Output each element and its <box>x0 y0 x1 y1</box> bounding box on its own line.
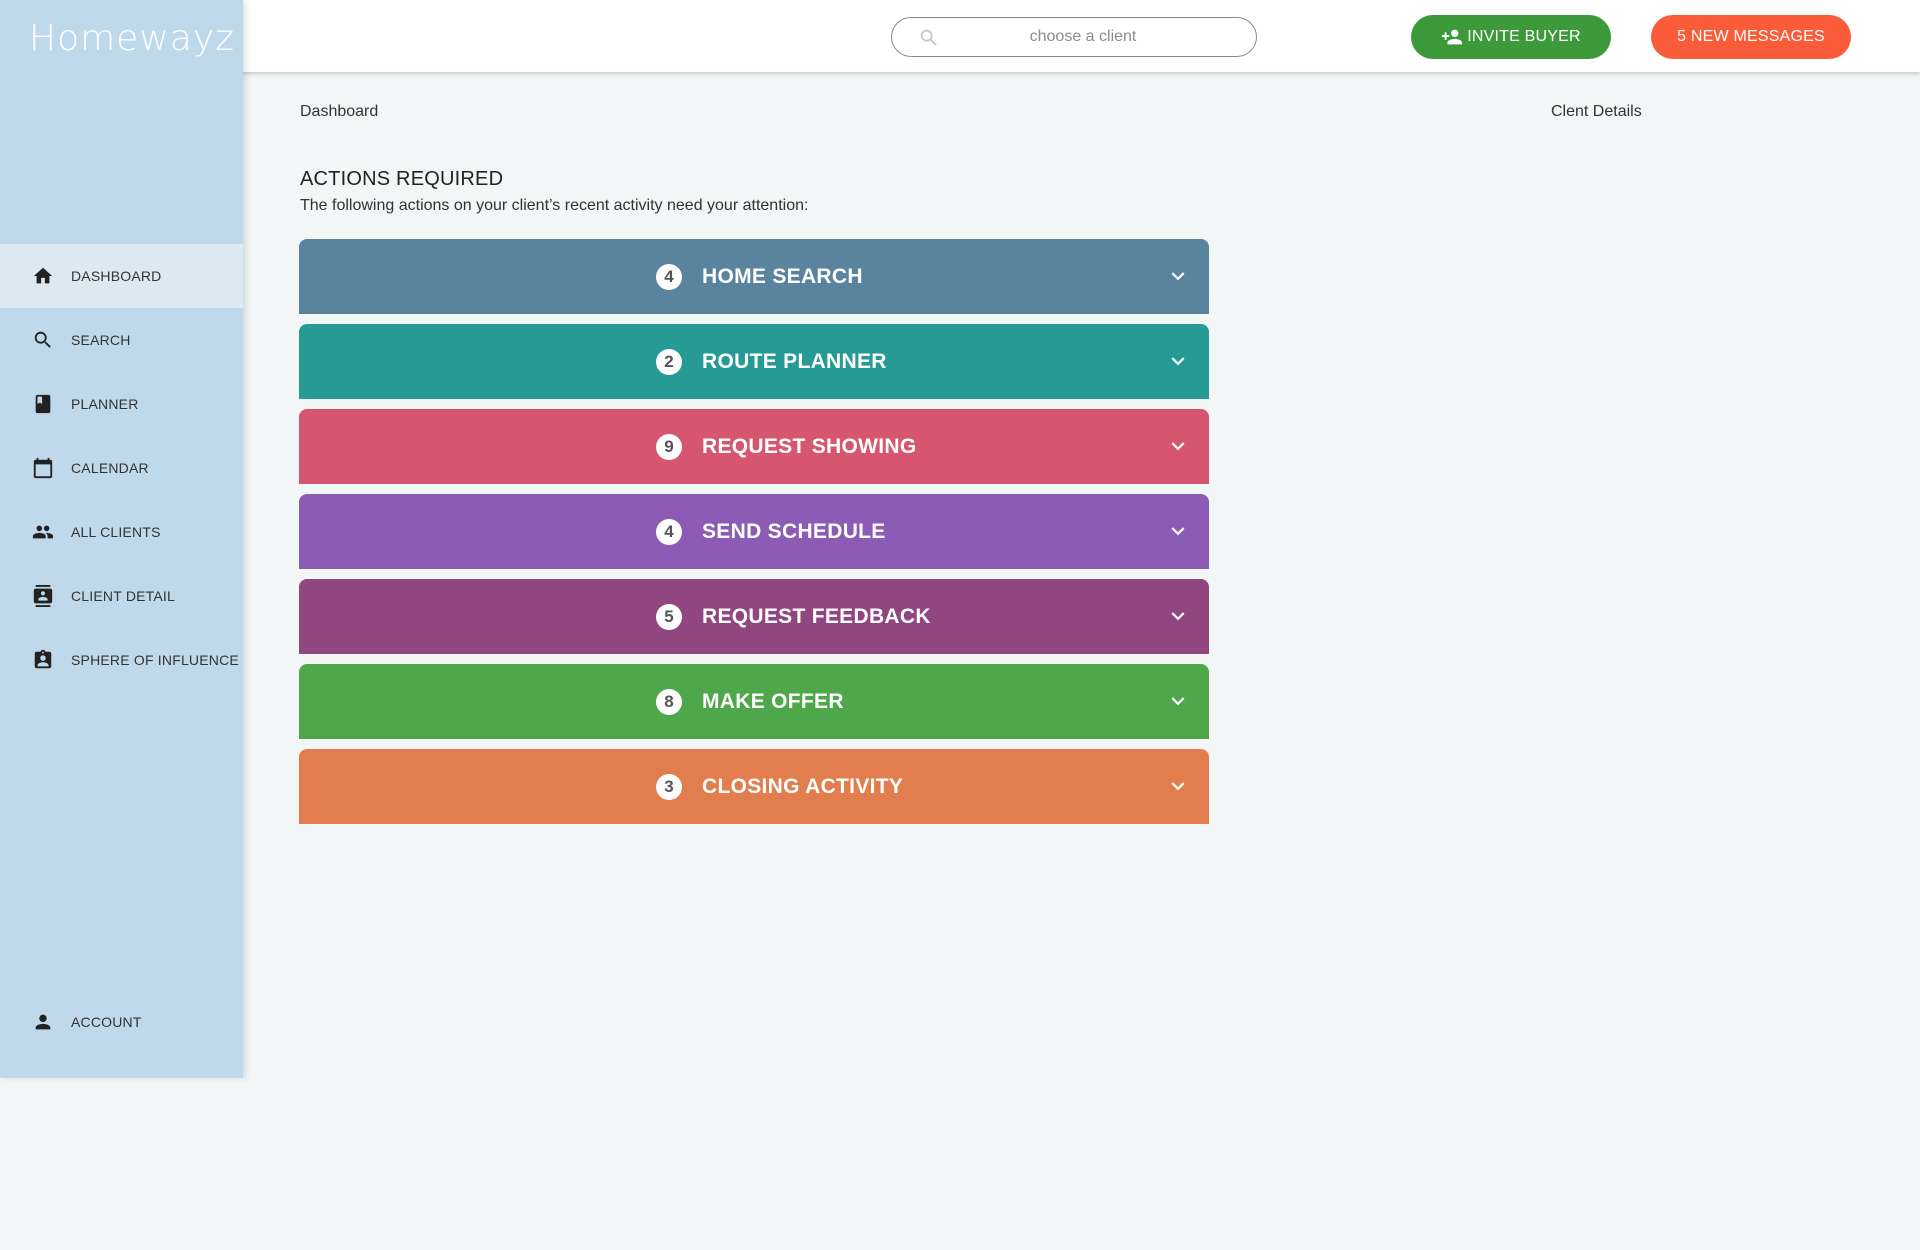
brand-logo[interactable]: Homewayz <box>29 18 235 59</box>
sidebar-item-sphere-of-influence[interactable]: SPHERE OF INFLUENCE <box>0 628 243 692</box>
client-details-link[interactable]: Clent Details <box>1551 103 1642 121</box>
badge-icon <box>31 648 55 672</box>
count-badge: 8 <box>656 688 682 715</box>
chevron-down-icon[interactable] <box>1165 603 1191 629</box>
invite-buyer-button[interactable]: INVITE BUYER <box>1411 15 1611 59</box>
chevron-down-icon[interactable] <box>1165 518 1191 544</box>
action-closing-activity[interactable]: 3 CLOSING ACTIVITY <box>299 749 1209 824</box>
sidebar-item-label: SPHERE OF INFLUENCE <box>71 652 239 668</box>
action-title: REQUEST FEEDBACK <box>702 604 931 628</box>
action-make-offer[interactable]: 8 MAKE OFFER <box>299 664 1209 739</box>
action-title: SEND SCHEDULE <box>702 519 886 543</box>
sidebar-item-label: CALENDAR <box>71 460 149 476</box>
book-icon <box>31 392 55 416</box>
chevron-down-icon[interactable] <box>1165 688 1191 714</box>
invite-buyer-label: INVITE BUYER <box>1467 28 1581 45</box>
sidebar-item-search[interactable]: SEARCH <box>0 308 243 372</box>
top-header: INVITE BUYER 5 NEW MESSAGES <box>0 0 1920 72</box>
action-title: CLOSING ACTIVITY <box>702 774 904 798</box>
page-title: ACTIONS REQUIRED <box>300 168 504 190</box>
chevron-down-icon[interactable] <box>1165 263 1191 289</box>
sidebar-item-all-clients[interactable]: ALL CLIENTS <box>0 500 243 564</box>
chevron-down-icon[interactable] <box>1165 433 1191 459</box>
sidebar-item-label: SEARCH <box>71 332 131 348</box>
sidebar-nav: DASHBOARD SEARCH PLANNER CALENDAR ALL CL… <box>0 244 243 692</box>
new-messages-button[interactable]: 5 NEW MESSAGES <box>1651 15 1851 59</box>
action-home-search[interactable]: 4 HOME SEARCH <box>299 239 1209 314</box>
client-search[interactable] <box>891 17 1257 57</box>
action-title: ROUTE PLANNER <box>702 349 887 373</box>
sidebar-item-client-detail[interactable]: CLIENT DETAIL <box>0 564 243 628</box>
action-send-schedule[interactable]: 4 SEND SCHEDULE <box>299 494 1209 569</box>
chevron-down-icon[interactable] <box>1165 773 1191 799</box>
sidebar-item-planner[interactable]: PLANNER <box>0 372 243 436</box>
people-icon <box>31 520 55 544</box>
sidebar-item-calendar[interactable]: CALENDAR <box>0 436 243 500</box>
count-badge: 4 <box>656 518 682 545</box>
action-request-feedback[interactable]: 5 REQUEST FEEDBACK <box>299 579 1209 654</box>
sidebar-item-label: CLIENT DETAIL <box>71 588 175 604</box>
sidebar-item-dashboard[interactable]: DASHBOARD <box>0 244 243 308</box>
client-search-input[interactable] <box>892 18 1256 56</box>
action-title: REQUEST SHOWING <box>702 434 917 458</box>
sidebar-item-label: DASHBOARD <box>71 268 162 284</box>
new-messages-label: 5 NEW MESSAGES <box>1677 28 1825 45</box>
search-icon <box>31 328 55 352</box>
action-route-planner[interactable]: 2 ROUTE PLANNER <box>299 324 1209 399</box>
contact-card-icon <box>31 584 55 608</box>
count-badge: 3 <box>656 773 682 800</box>
calendar-icon <box>31 456 55 480</box>
sidebar: Homewayz DASHBOARD SEARCH PLANNER CALEND… <box>0 0 243 1078</box>
sidebar-item-label: ACCOUNT <box>71 1014 142 1030</box>
chevron-down-icon[interactable] <box>1165 348 1191 374</box>
count-badge: 4 <box>656 263 682 290</box>
count-badge: 5 <box>656 603 682 630</box>
breadcrumb[interactable]: Dashboard <box>300 103 378 121</box>
action-title: MAKE OFFER <box>702 689 844 713</box>
actions-accordion: 4 HOME SEARCH 2 ROUTE PLANNER 9 REQUEST … <box>299 239 1209 834</box>
sidebar-item-account[interactable]: ACCOUNT <box>0 990 243 1054</box>
add-person-icon <box>1441 26 1463 48</box>
person-icon <box>31 1010 55 1034</box>
count-badge: 9 <box>656 433 682 460</box>
sidebar-item-label: PLANNER <box>71 396 139 412</box>
sidebar-item-label: ALL CLIENTS <box>71 524 161 540</box>
count-badge: 2 <box>656 348 682 375</box>
home-icon <box>31 264 55 288</box>
action-title: HOME SEARCH <box>702 264 863 288</box>
page-subtitle: The following actions on your client’s r… <box>300 197 809 214</box>
action-request-showing[interactable]: 9 REQUEST SHOWING <box>299 409 1209 484</box>
search-icon <box>918 27 940 49</box>
